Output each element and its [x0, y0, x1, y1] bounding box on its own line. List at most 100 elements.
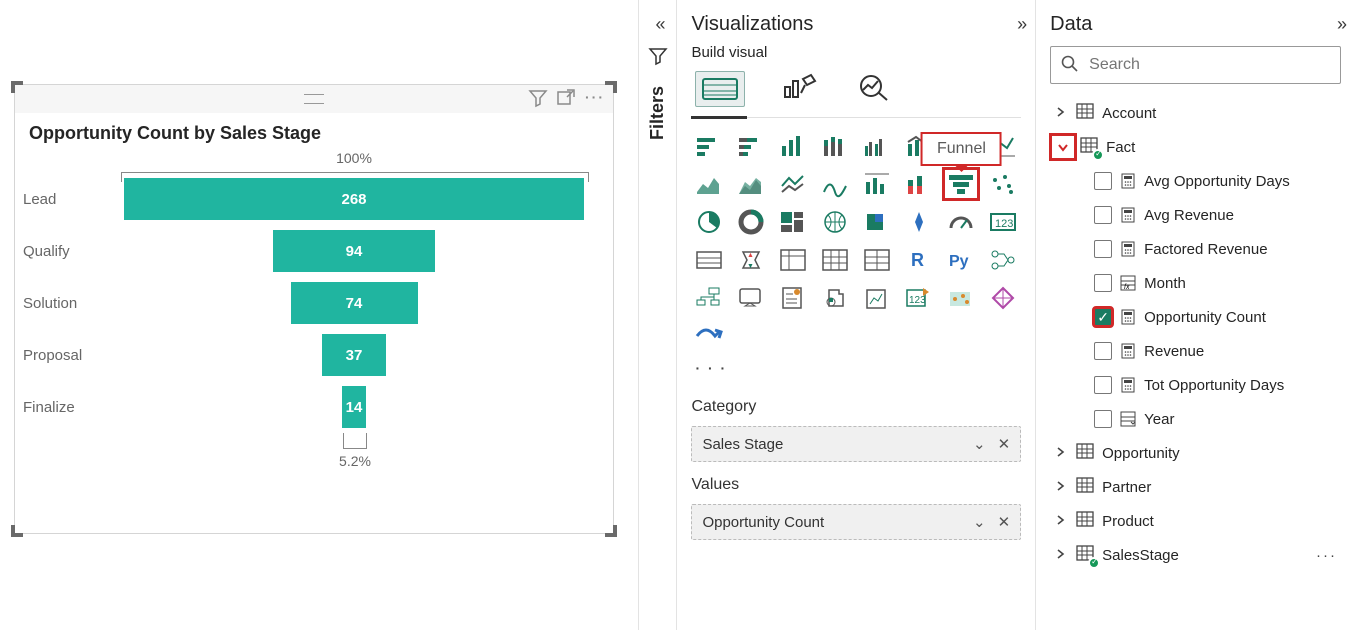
viz-type-icon[interactable] — [733, 168, 769, 200]
caret-right-icon[interactable] — [1054, 445, 1068, 462]
funnel-chart-icon[interactable]: Funnel — [943, 168, 979, 200]
viz-type-icon[interactable]: 123 — [985, 206, 1021, 238]
chevron-down-icon[interactable]: ⌄ — [973, 435, 986, 453]
funnel-bar[interactable]: 74 — [291, 282, 418, 324]
viz-type-icon[interactable] — [859, 168, 895, 200]
viz-type-icon[interactable] — [691, 206, 727, 238]
field-checkbox[interactable] — [1094, 342, 1112, 360]
gallery-more-icon[interactable]: · · · — [691, 352, 1021, 384]
viz-type-icon[interactable]: R — [901, 244, 937, 276]
viz-type-icon[interactable] — [859, 244, 895, 276]
more-icon[interactable]: ··· — [1316, 547, 1341, 564]
funnel-visual-frame[interactable]: ··· Opportunity Count by Sales Stage 100… — [14, 84, 614, 534]
viz-type-icon[interactable] — [775, 130, 811, 162]
collapse-data-icon[interactable]: » — [1337, 14, 1341, 35]
field-checkbox[interactable] — [1094, 240, 1112, 258]
viz-type-icon[interactable]: Py — [943, 244, 979, 276]
viz-type-icon[interactable] — [775, 244, 811, 276]
build-visual-tab[interactable] — [695, 71, 745, 107]
field-checkbox[interactable] — [1094, 206, 1112, 224]
viz-type-icon[interactable] — [775, 168, 811, 200]
collapse-visualizations-icon[interactable]: » — [1017, 14, 1021, 35]
field-tree-item[interactable]: ✓Opportunity Count — [1050, 300, 1341, 334]
category-field-well[interactable]: Sales Stage ⌄ ✕ — [691, 426, 1021, 462]
caret-right-icon[interactable] — [1054, 479, 1068, 496]
viz-type-icon[interactable] — [859, 130, 895, 162]
analytics-tab[interactable] — [853, 71, 893, 107]
viz-type-icon[interactable] — [733, 206, 769, 238]
field-tree-item[interactable]: Avg Revenue — [1050, 198, 1341, 232]
drag-handle-icon[interactable] — [304, 94, 324, 104]
filters-pane-collapsed[interactable]: « Filters — [638, 0, 678, 630]
table-tree-item[interactable]: Product — [1050, 504, 1341, 538]
field-checkbox[interactable] — [1094, 410, 1112, 428]
funnel-bar[interactable]: 268 — [124, 178, 584, 220]
focus-mode-icon[interactable] — [557, 89, 575, 110]
remove-field-icon[interactable]: ✕ — [998, 435, 1011, 453]
field-tree-item[interactable]: fxMonth — [1050, 266, 1341, 300]
viz-type-icon[interactable] — [691, 320, 727, 352]
viz-type-icon[interactable] — [859, 206, 895, 238]
field-checkbox[interactable] — [1094, 376, 1112, 394]
format-visual-tab[interactable] — [779, 71, 819, 107]
field-tree-item[interactable]: Tot Opportunity Days — [1050, 368, 1341, 402]
field-checkbox[interactable] — [1094, 274, 1112, 292]
table-tree-item[interactable]: SalesStage··· — [1050, 538, 1341, 572]
viz-type-icon[interactable] — [985, 168, 1021, 200]
viz-type-icon[interactable] — [985, 282, 1021, 314]
table-tree-item[interactable]: Fact — [1050, 130, 1341, 164]
viz-type-icon[interactable] — [691, 244, 727, 276]
viz-type-icon[interactable] — [733, 282, 769, 314]
viz-type-icon[interactable] — [817, 168, 853, 200]
funnel-bar[interactable]: 94 — [273, 230, 434, 272]
caret-right-icon[interactable] — [1054, 547, 1068, 564]
field-checkbox[interactable] — [1094, 172, 1112, 190]
viz-type-icon[interactable] — [901, 168, 937, 200]
table-tree-item[interactable]: Opportunity — [1050, 436, 1341, 470]
svg-text:fx: fx — [1124, 284, 1130, 291]
field-tree-item[interactable]: Year — [1050, 402, 1341, 436]
values-field-well[interactable]: Opportunity Count ⌄ ✕ — [691, 504, 1021, 540]
field-checkbox[interactable]: ✓ — [1094, 308, 1112, 326]
search-input[interactable] — [1087, 55, 1330, 75]
viz-type-icon[interactable] — [775, 282, 811, 314]
viz-type-icon[interactable] — [691, 168, 727, 200]
viz-type-icon[interactable] — [943, 282, 979, 314]
measure-icon — [1120, 241, 1136, 257]
viz-type-icon[interactable] — [985, 244, 1021, 276]
viz-type-icon[interactable] — [733, 130, 769, 162]
expand-filters-icon[interactable]: « — [656, 14, 660, 35]
viz-type-icon[interactable] — [943, 206, 979, 238]
funnel-bar[interactable]: 37 — [322, 334, 386, 376]
visual-header[interactable]: ··· — [15, 85, 613, 113]
funnel-chart: 100% Lead268Qualify94Solution74Proposal3… — [15, 146, 613, 469]
viz-type-icon[interactable] — [859, 282, 895, 314]
viz-type-icon[interactable] — [817, 130, 853, 162]
viz-type-icon[interactable] — [817, 282, 853, 314]
viz-type-icon[interactable] — [817, 244, 853, 276]
viz-type-icon[interactable] — [901, 206, 937, 238]
viz-type-icon[interactable] — [775, 206, 811, 238]
table-tree-item[interactable]: Partner — [1050, 470, 1341, 504]
viz-type-icon[interactable] — [817, 206, 853, 238]
field-tree-item[interactable]: Avg Opportunity Days — [1050, 164, 1341, 198]
caret-down-icon[interactable] — [1054, 138, 1072, 156]
filter-icon[interactable] — [529, 89, 547, 110]
viz-type-icon[interactable] — [691, 282, 727, 314]
viz-type-icon[interactable]: ▲▼ — [733, 244, 769, 276]
chevron-down-icon[interactable]: ⌄ — [973, 513, 986, 531]
caret-right-icon[interactable] — [1054, 105, 1068, 122]
table-tree-item[interactable]: Account — [1050, 96, 1341, 130]
table-name: Partner — [1102, 479, 1151, 496]
viz-type-icon[interactable] — [691, 130, 727, 162]
field-tree-item[interactable]: Factored Revenue — [1050, 232, 1341, 266]
measure-icon — [1120, 343, 1136, 359]
search-box[interactable] — [1050, 46, 1341, 84]
funnel-bar[interactable]: 14 — [342, 386, 366, 428]
viz-type-icon[interactable]: 123 — [901, 282, 937, 314]
remove-field-icon[interactable]: ✕ — [998, 513, 1011, 531]
caret-right-icon[interactable] — [1054, 513, 1068, 530]
measure-icon — [1120, 173, 1136, 189]
field-tree-item[interactable]: Revenue — [1050, 334, 1341, 368]
more-options-icon[interactable]: ··· — [585, 89, 605, 110]
